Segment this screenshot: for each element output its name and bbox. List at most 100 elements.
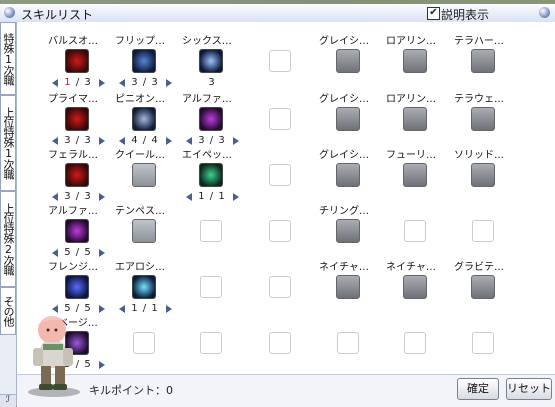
job-tabs: 特殊1次職 上位特殊1次職 上位特殊2次職 その他 xyxy=(0,22,17,406)
title-bar[interactable]: スキルリスト ✔ 説明表示 xyxy=(0,4,555,23)
level-up-arrow[interactable] xyxy=(233,137,239,145)
skill-name: アルファ… xyxy=(182,94,232,105)
empty-skill-slot xyxy=(251,314,311,378)
blue-beast-icon[interactable] xyxy=(65,275,89,299)
skill-level: 3 / 3 xyxy=(131,77,159,88)
skill-name: ピニオン… xyxy=(115,94,165,105)
empty-slot-frame xyxy=(472,220,494,242)
level-up-arrow[interactable] xyxy=(99,305,105,313)
feather-icon[interactable] xyxy=(132,163,156,187)
skill-slot: プライマ… 3 / 3 xyxy=(48,90,108,154)
skill-level: 3 / 3 xyxy=(64,135,92,146)
empty-skill-slot xyxy=(454,314,514,378)
green-beast-icon[interactable] xyxy=(199,163,223,187)
nature-sparkle-icon[interactable] xyxy=(403,275,427,299)
empty-skill-slot xyxy=(251,202,311,266)
skill-slot: エアロシ… 1 / 1 xyxy=(115,258,175,322)
level-up-arrow[interactable] xyxy=(99,193,105,201)
nature-icon[interactable] xyxy=(336,275,360,299)
level-down-arrow[interactable] xyxy=(52,79,58,87)
shield-slash-icon[interactable] xyxy=(336,107,360,131)
level-up-arrow[interactable] xyxy=(99,249,105,257)
level-up-arrow[interactable] xyxy=(99,361,105,369)
skill-slot-locked: グレイシ… xyxy=(319,32,379,96)
skill-slot-locked: ネイチャ… xyxy=(319,258,379,322)
skill-name: シックス… xyxy=(182,36,232,47)
aero-icon[interactable] xyxy=(132,275,156,299)
level-up-arrow[interactable] xyxy=(99,79,105,87)
level-down-arrow[interactable] xyxy=(52,193,58,201)
skill-slot: アルファ… 5 / 5 xyxy=(48,202,108,266)
level-down-arrow[interactable] xyxy=(119,137,125,145)
character-sprite xyxy=(28,316,80,397)
reset-button[interactable]: リセット xyxy=(506,378,552,400)
skill-level: 1 / 1 xyxy=(198,191,226,202)
red-flame-icon[interactable] xyxy=(65,49,89,73)
purple-claw-icon[interactable] xyxy=(65,219,89,243)
chill-icon[interactable] xyxy=(336,219,360,243)
level-down-arrow[interactable] xyxy=(52,249,58,257)
empty-slot-frame xyxy=(269,332,291,354)
empty-slot-frame xyxy=(269,220,291,242)
red-flame-icon[interactable] xyxy=(65,163,89,187)
level-up-arrow[interactable] xyxy=(166,305,172,313)
gravity-icon[interactable] xyxy=(471,275,495,299)
wind-lines-icon[interactable] xyxy=(132,107,156,131)
skill-name: エアロシ… xyxy=(115,262,165,273)
tempest-icon[interactable] xyxy=(132,219,156,243)
tab-upper-special-1st[interactable]: 上位特殊1次職 xyxy=(0,95,16,191)
skill-slot: アルファ… 3 / 3 xyxy=(182,90,242,154)
skill-name: アルファ… xyxy=(48,206,98,217)
skill-name: フェラル… xyxy=(48,150,98,161)
eye-orb-icon[interactable] xyxy=(199,49,223,73)
show-description-checkbox[interactable]: ✔ xyxy=(427,7,440,20)
level-down-arrow[interactable] xyxy=(52,137,58,145)
skill-slot-locked: テラハー… xyxy=(454,32,514,96)
skill-list-window: スキルリスト ✔ 説明表示 特殊1次職 上位特殊1次職 上位特殊2次職 その他 … xyxy=(0,0,555,407)
shield-icon[interactable] xyxy=(336,49,360,73)
skill-name: ソリッド… xyxy=(454,150,504,161)
empty-slot-frame xyxy=(200,276,222,298)
confirm-button[interactable]: 確定 xyxy=(457,378,499,400)
roar-icon[interactable] xyxy=(403,49,427,73)
skill-level: 3 / 3 xyxy=(64,191,92,202)
skill-name: ロアリン… xyxy=(386,94,436,105)
skill-slot: フェラル… 3 / 3 xyxy=(48,146,108,210)
empty-slot-frame xyxy=(472,332,494,354)
show-description-label: 説明表示 xyxy=(441,8,490,22)
skill-name: プライマ… xyxy=(48,94,98,105)
empty-slot-frame xyxy=(200,332,222,354)
skill-name: グレイシ… xyxy=(319,94,369,105)
close-icon[interactable] xyxy=(539,7,550,18)
figure-icon[interactable] xyxy=(336,163,360,187)
empty-skill-slot xyxy=(454,202,514,266)
tab-special-1st[interactable]: 特殊1次職 xyxy=(0,22,16,95)
empty-slot-frame xyxy=(404,332,426,354)
blue-slash-icon[interactable] xyxy=(132,49,156,73)
skill-name: グレイシ… xyxy=(319,150,369,161)
wave-icon[interactable] xyxy=(471,107,495,131)
empty-skill-slot xyxy=(251,146,311,210)
level-down-arrow[interactable] xyxy=(186,193,192,201)
level-down-arrow[interactable] xyxy=(119,79,125,87)
skill-level: 3 xyxy=(208,77,216,88)
fury-icon[interactable] xyxy=(403,163,427,187)
level-up-arrow[interactable] xyxy=(99,137,105,145)
empty-skill-slot xyxy=(251,32,311,96)
purple-claw-icon[interactable] xyxy=(199,107,223,131)
terra-icon[interactable] xyxy=(471,49,495,73)
tab-upper-special-2nd[interactable]: 上位特殊2次職 xyxy=(0,191,16,287)
arrow-icon[interactable] xyxy=(403,107,427,131)
solid-icon[interactable] xyxy=(471,163,495,187)
skill-level: 5 / 5 xyxy=(64,247,92,258)
tab-other[interactable]: その他 xyxy=(0,287,16,335)
skill-slot: シックス… 3 xyxy=(182,32,242,96)
skill-slot-locked: テラウェ… xyxy=(454,90,514,154)
level-up-arrow[interactable] xyxy=(166,79,172,87)
level-up-arrow[interactable] xyxy=(166,137,172,145)
level-down-arrow[interactable] xyxy=(119,305,125,313)
red-flame-icon[interactable] xyxy=(65,107,89,131)
level-up-arrow[interactable] xyxy=(233,193,239,201)
level-down-arrow[interactable] xyxy=(186,137,192,145)
window-menu-icon[interactable] xyxy=(4,7,15,18)
